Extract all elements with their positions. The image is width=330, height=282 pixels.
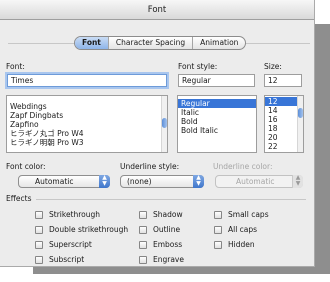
font-style-list[interactable]: Regular Italic Bold Bold Italic [177, 95, 257, 153]
double-strikethrough-label: Double strikethrough [49, 225, 129, 234]
font-style-item-italic[interactable]: Italic [178, 108, 256, 117]
font-style-item-bold-italic[interactable]: Bold Italic [178, 126, 256, 135]
checkbox-box[interactable] [139, 240, 147, 249]
effects-divider [36, 199, 306, 200]
font-list-scroll-thumb[interactable] [162, 118, 167, 128]
dialog-title: Font [0, 0, 314, 20]
subscript-checkbox[interactable]: Subscript [35, 255, 84, 264]
size-list[interactable]: 12 14 16 18 20 22 [264, 95, 304, 153]
strikethrough-checkbox[interactable]: Strikethrough [35, 210, 100, 219]
underline-color-label: Underline color: [213, 162, 273, 171]
font-label: Font: [6, 62, 25, 71]
checkbox-box[interactable] [35, 255, 43, 264]
font-list-item[interactable]: ヒラギノ丸ゴ Pro W4 [7, 129, 167, 138]
engrave-label: Engrave [153, 255, 184, 264]
font-list-item[interactable]: ヒラギノ明朝 Pro W3 [7, 138, 167, 147]
size-field[interactable]: 12 [264, 74, 302, 87]
emboss-label: Emboss [153, 240, 183, 249]
hidden-label: Hidden [228, 240, 255, 249]
checkbox-box[interactable] [139, 225, 147, 234]
checkbox-box[interactable] [214, 210, 222, 219]
shadow-label: Shadow [153, 210, 183, 219]
checkbox-box[interactable] [35, 240, 43, 249]
font-list-item[interactable]: Zapfino [7, 120, 167, 129]
font-list[interactable]: · Webdings Zapf Dingbats Zapfino ヒラギノ丸ゴ … [6, 95, 168, 153]
double-strikethrough-checkbox[interactable]: Double strikethrough [35, 225, 128, 234]
font-list-item[interactable]: Webdings [7, 102, 167, 111]
font-name-field[interactable]: Times [7, 74, 167, 87]
font-dialog: Font Font Character Spacing Animation Fo… [0, 0, 315, 267]
outline-label: Outline [153, 225, 181, 234]
shadow-checkbox[interactable]: Shadow [139, 210, 183, 219]
underline-style-value: (none) [127, 177, 152, 186]
size-label: Size: [264, 62, 282, 71]
superscript-label: Superscript [49, 240, 92, 249]
all-caps-label: All caps [228, 225, 258, 234]
checkbox-box[interactable] [214, 225, 222, 234]
checkbox-box[interactable] [139, 255, 147, 264]
small-caps-checkbox[interactable]: Small caps [214, 210, 269, 219]
small-caps-label: Small caps [228, 210, 269, 219]
engrave-checkbox[interactable]: Engrave [139, 255, 184, 264]
underline-color-popup[interactable]: Automatic ▲ ▼ [215, 175, 303, 188]
emboss-checkbox[interactable]: Emboss [139, 240, 182, 249]
subscript-label: Subscript [49, 255, 85, 264]
font-color-label: Font color: [6, 162, 46, 171]
checkbox-box[interactable] [214, 240, 222, 249]
checkbox-box[interactable] [35, 210, 43, 219]
tab-font[interactable]: Font [75, 37, 108, 49]
font-list-item[interactable]: Zapf Dingbats [7, 111, 167, 120]
popup-arrows-icon: ▲ ▼ [99, 175, 110, 188]
strikethrough-label: Strikethrough [49, 210, 101, 219]
tab-bar: Font Character Spacing Animation [74, 36, 247, 50]
font-style-item-regular[interactable]: Regular [178, 99, 256, 108]
underline-color-value: Automatic [236, 177, 275, 186]
underline-style-popup[interactable]: (none) ▲ ▼ [120, 175, 204, 188]
outline-checkbox[interactable]: Outline [139, 225, 180, 234]
size-list-scrollbar[interactable] [297, 96, 303, 152]
font-color-value: Automatic [35, 177, 74, 186]
popup-arrows-icon: ▲ ▼ [292, 175, 303, 188]
popup-arrows-icon: ▲ ▼ [193, 175, 204, 188]
font-color-popup[interactable]: Automatic ▲ ▼ [18, 175, 110, 188]
tab-character-spacing[interactable]: Character Spacing [107, 37, 192, 49]
size-list-scroll-thumb[interactable] [298, 108, 303, 118]
all-caps-checkbox[interactable]: All caps [214, 225, 257, 234]
font-list-scrollbar[interactable] [161, 96, 167, 152]
checkbox-box[interactable] [139, 210, 147, 219]
font-style-field[interactable]: Regular [178, 74, 255, 87]
font-style-label: Font style: [178, 62, 218, 71]
effects-label: Effects [6, 194, 32, 203]
font-style-item-bold[interactable]: Bold [178, 117, 256, 126]
superscript-checkbox[interactable]: Superscript [35, 240, 92, 249]
tab-animation[interactable]: Animation [192, 37, 245, 49]
hidden-checkbox[interactable]: Hidden [214, 240, 255, 249]
checkbox-box[interactable] [35, 225, 43, 234]
underline-style-label: Underline style: [120, 162, 180, 171]
